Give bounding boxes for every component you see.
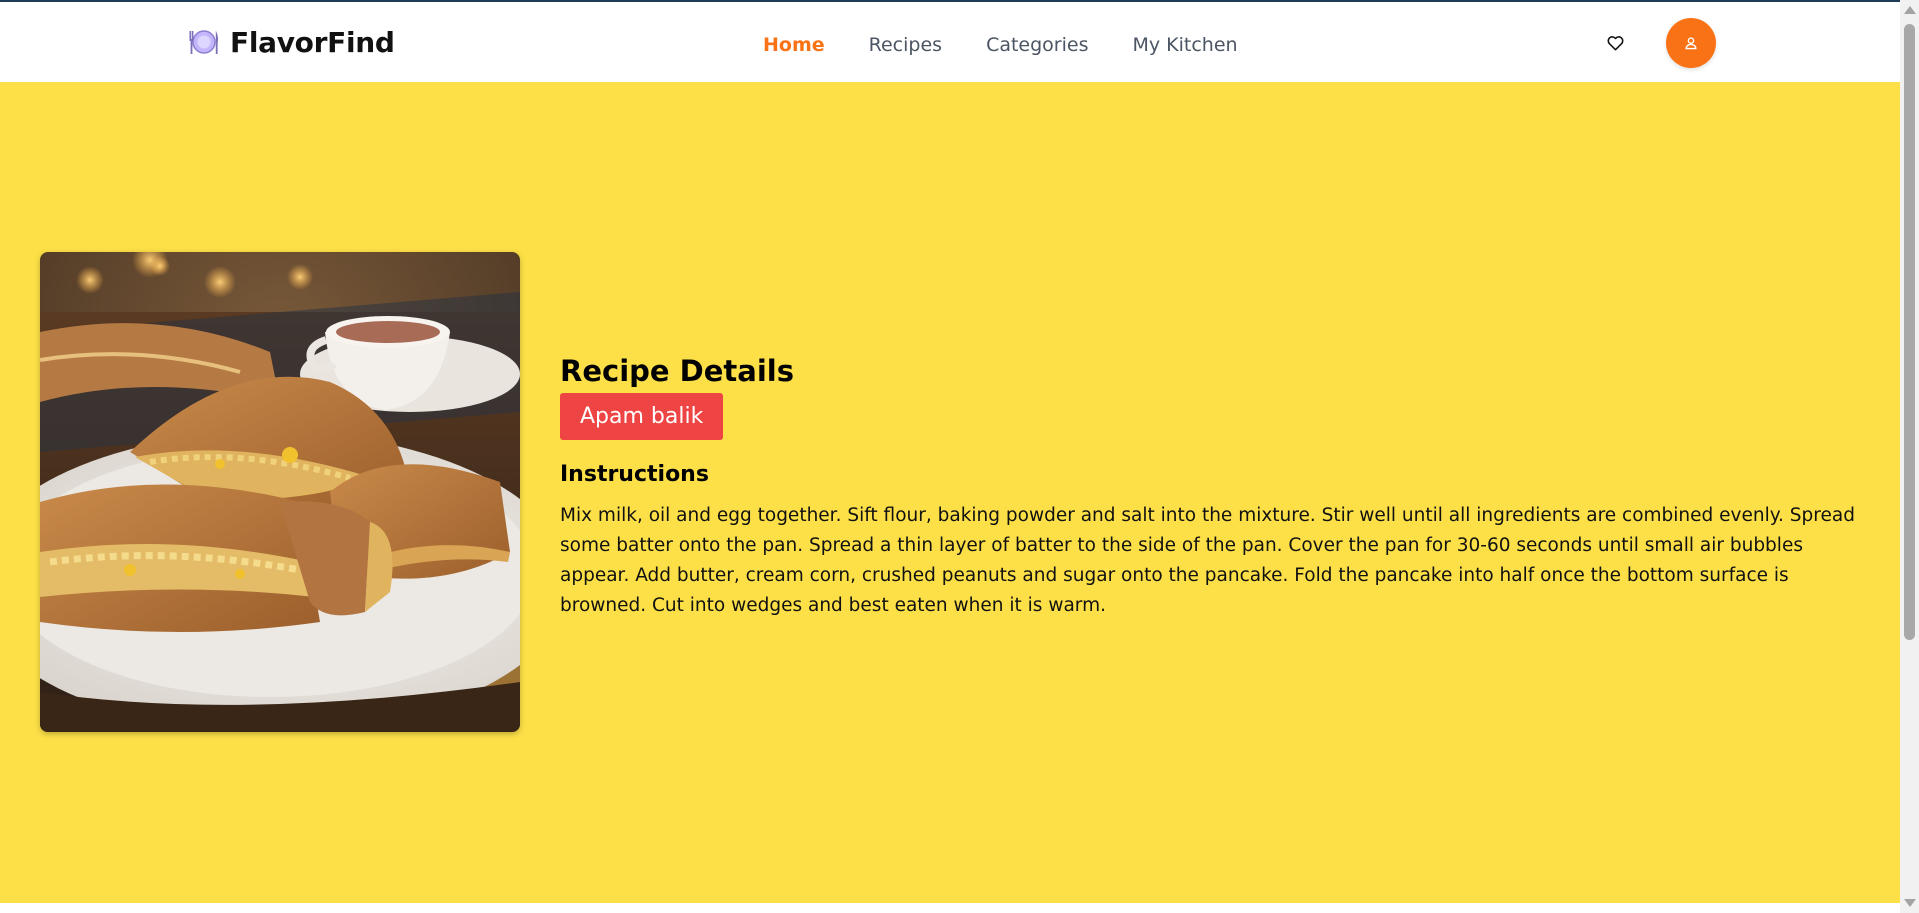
nav-recipes[interactable]: Recipes — [869, 34, 942, 56]
brand-name: FlavorFind — [230, 25, 395, 59]
recipe-details-title: Recipe Details — [560, 354, 794, 388]
user-icon — [1685, 37, 1697, 50]
brand-logo[interactable]: FlavorFind — [188, 24, 395, 60]
instructions-heading: Instructions — [560, 461, 709, 487]
nav-my-kitchen[interactable]: My Kitchen — [1132, 34, 1237, 56]
scroll-down-icon[interactable] — [1904, 899, 1916, 907]
page-bottom — [0, 903, 1900, 913]
plate-cutlery-icon — [188, 26, 220, 58]
navbar: FlavorFind Home Recipes Categories My Ki… — [0, 2, 1900, 82]
recipe-details: Recipe Details Apam balik Instructions M… — [560, 354, 1860, 621]
nav-categories[interactable]: Categories — [986, 34, 1088, 56]
main-nav: Home Recipes Categories My Kitchen — [763, 30, 1238, 60]
instructions-text: Mix milk, oil and egg together. Sift flo… — [560, 504, 1855, 616]
favorites-button[interactable] — [1604, 32, 1626, 54]
vertical-scrollbar[interactable] — [1900, 0, 1919, 913]
recipe-hero: Recipe Details Apam balik Instructions M… — [0, 82, 1900, 903]
recipe-image — [40, 252, 520, 732]
scroll-up-icon[interactable] — [1904, 6, 1916, 14]
profile-button[interactable] — [1666, 18, 1716, 68]
heart-icon — [1606, 36, 1624, 51]
recipe-name-badge[interactable]: Apam balik — [560, 392, 724, 440]
scroll-thumb[interactable] — [1904, 24, 1915, 640]
nav-home[interactable]: Home — [763, 34, 825, 56]
